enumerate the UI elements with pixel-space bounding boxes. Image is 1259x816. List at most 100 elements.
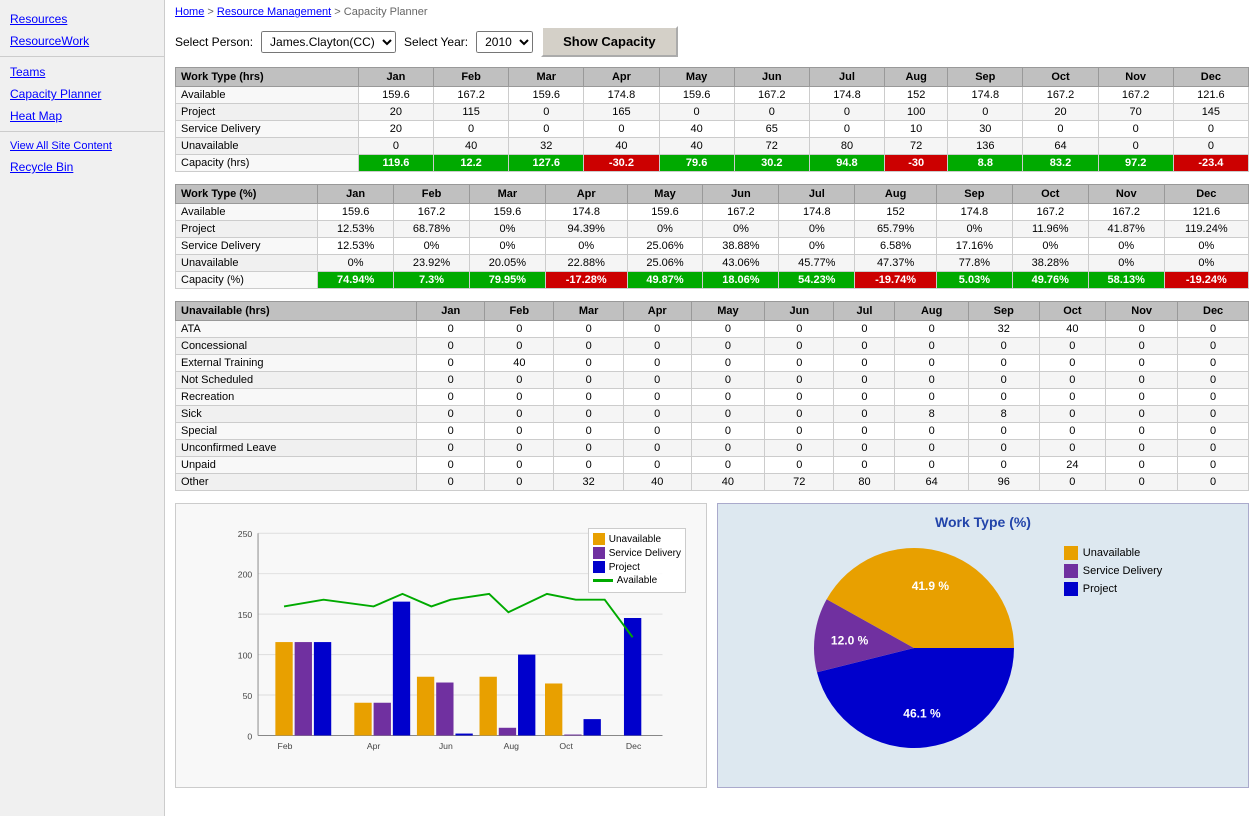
work-type-hrs-table: Work Type (hrs) Jan Feb Mar Apr May Jun … bbox=[175, 67, 1249, 172]
resources-link[interactable]: Resources bbox=[0, 8, 164, 30]
bar-apr-project bbox=[393, 602, 410, 736]
wth-jan: Jan bbox=[358, 68, 433, 87]
select-year-label: Select Year: bbox=[404, 35, 468, 49]
breadcrumb-capacity-planner: Capacity Planner bbox=[344, 6, 428, 18]
svg-text:250: 250 bbox=[238, 529, 253, 539]
svg-text:Dec: Dec bbox=[626, 741, 642, 751]
svg-text:Aug: Aug bbox=[504, 741, 520, 751]
work-type-pct-table: Work Type (%) JanFebMar AprMayJun JulAug… bbox=[175, 184, 1249, 289]
pie-legend-unavailable-label: Unavailable bbox=[1083, 547, 1140, 559]
wth-dec: Dec bbox=[1173, 68, 1248, 87]
wth-oct: Oct bbox=[1023, 68, 1098, 87]
wth-apr: Apr bbox=[584, 68, 659, 87]
recycle-bin-link[interactable]: Recycle Bin bbox=[0, 156, 164, 178]
bar-chart-container: 0 50 100 150 200 250 bbox=[175, 503, 707, 788]
bar-jun-unavailable bbox=[417, 677, 434, 736]
table-row: Service Delivery12.53%0%0%0%25.06%38.88%… bbox=[176, 238, 1249, 255]
pie-label-Project: 46.1 % bbox=[903, 707, 941, 721]
svg-text:Feb: Feb bbox=[278, 741, 293, 751]
main-content: Home > Resource Management > Capacity Pl… bbox=[165, 0, 1259, 794]
teams-link[interactable]: Teams bbox=[0, 61, 164, 83]
table-row: Service Delivery20000406501030000 bbox=[176, 121, 1249, 138]
svg-text:Jun: Jun bbox=[439, 741, 453, 751]
capacity-planner-link[interactable]: Capacity Planner bbox=[0, 83, 164, 105]
legend-unavailable-label: Unavailable bbox=[609, 534, 661, 545]
pie-legend: Unavailable Service Delivery Project bbox=[1064, 546, 1162, 596]
breadcrumb-home[interactable]: Home bbox=[175, 6, 204, 18]
person-select[interactable]: James.Clayton(CC) bbox=[261, 31, 396, 53]
bar-chart-legend: Unavailable Service Delivery Project Ava… bbox=[588, 528, 686, 593]
svg-text:Apr: Apr bbox=[367, 741, 381, 751]
table-row: Unpaid0000000002400 bbox=[176, 457, 1249, 474]
unavailable-hrs-table: Unavailable (hrs) JanFebMar AprMayJun Ju… bbox=[175, 301, 1249, 491]
svg-text:150: 150 bbox=[238, 610, 253, 620]
wth-sep: Sep bbox=[948, 68, 1023, 87]
table-row: Capacity (%)74.94%7.3%79.95%-17.28%49.87… bbox=[176, 272, 1249, 289]
bar-oct-project bbox=[584, 719, 601, 735]
year-select[interactable]: 2010 bbox=[476, 31, 533, 53]
table-row: ATA00000000324000 bbox=[176, 321, 1249, 338]
bar-apr-unavailable bbox=[354, 703, 371, 736]
bar-aug-service bbox=[499, 728, 516, 736]
wtp-header: Work Type (%) bbox=[176, 185, 318, 204]
pie-legend-unavailable: Unavailable bbox=[1064, 546, 1162, 560]
pie-legend-project-label: Project bbox=[1083, 583, 1117, 595]
table-row: Special000000000000 bbox=[176, 423, 1249, 440]
table-row: Concessional000000000000 bbox=[176, 338, 1249, 355]
pie-legend-project: Project bbox=[1064, 582, 1162, 596]
table-row: Unavailable0403240407280721366400 bbox=[176, 138, 1249, 155]
table-row: Unconfirmed Leave000000000000 bbox=[176, 440, 1249, 457]
legend-service-delivery: Service Delivery bbox=[593, 547, 681, 559]
pie-legend-service-label: Service Delivery bbox=[1083, 565, 1162, 577]
bar-apr-service bbox=[374, 703, 391, 736]
bar-feb-unavailable bbox=[275, 642, 292, 735]
bar-dec-project bbox=[624, 618, 641, 735]
view-all-site-content-link[interactable]: View All Site Content bbox=[0, 136, 164, 156]
controls-bar: Select Person: James.Clayton(CC) Select … bbox=[175, 26, 1249, 57]
pie-legend-project-box bbox=[1064, 582, 1078, 596]
legend-service-delivery-label: Service Delivery bbox=[609, 548, 681, 559]
bar-aug-unavailable bbox=[480, 677, 497, 736]
bar-oct-service bbox=[564, 735, 581, 736]
legend-project: Project bbox=[593, 561, 681, 573]
pie-chart-container: Work Type (%) 46.1 %12.0 %41.9 % Unavail… bbox=[717, 503, 1249, 788]
svg-text:0: 0 bbox=[247, 731, 252, 741]
heat-map-link[interactable]: Heat Map bbox=[0, 105, 164, 127]
legend-project-box bbox=[593, 561, 605, 573]
wth-jun: Jun bbox=[734, 68, 809, 87]
legend-project-label: Project bbox=[609, 562, 640, 573]
charts-area: 0 50 100 150 200 250 bbox=[175, 503, 1249, 788]
table-row: Project20115016500010002070145 bbox=[176, 104, 1249, 121]
table-row: Unavailable0%23.92%20.05%22.88%25.06%43.… bbox=[176, 255, 1249, 272]
wth-header: Work Type (hrs) bbox=[176, 68, 359, 87]
bar-aug-project bbox=[518, 655, 535, 736]
bar-feb-service bbox=[295, 642, 312, 735]
wth-mar: Mar bbox=[509, 68, 584, 87]
table-row: Other0032404072806496000 bbox=[176, 474, 1249, 491]
bar-jun-project bbox=[455, 734, 472, 736]
svg-text:50: 50 bbox=[243, 691, 253, 701]
svg-text:100: 100 bbox=[238, 650, 253, 660]
bar-jun-service bbox=[436, 683, 453, 736]
legend-available: Available bbox=[593, 575, 681, 586]
select-person-label: Select Person: bbox=[175, 35, 253, 49]
table-row: Recreation000000000000 bbox=[176, 389, 1249, 406]
table-row: Not Scheduled000000000000 bbox=[176, 372, 1249, 389]
available-line bbox=[284, 594, 633, 637]
breadcrumb-resource-management[interactable]: Resource Management bbox=[217, 6, 331, 18]
table-row: External Training0400000000000 bbox=[176, 355, 1249, 372]
pie-legend-unavailable-box bbox=[1064, 546, 1078, 560]
table-row: Available159.6167.2159.6174.8159.6167.21… bbox=[176, 204, 1249, 221]
legend-unavailable-box bbox=[593, 533, 605, 545]
resourcework-link[interactable]: ResourceWork bbox=[0, 30, 164, 52]
wth-feb: Feb bbox=[434, 68, 509, 87]
wth-aug: Aug bbox=[885, 68, 948, 87]
show-capacity-button[interactable]: Show Capacity bbox=[541, 26, 677, 57]
wth-nov: Nov bbox=[1098, 68, 1173, 87]
bar-oct-unavailable bbox=[545, 683, 562, 735]
wth-may: May bbox=[659, 68, 734, 87]
legend-unavailable: Unavailable bbox=[593, 533, 681, 545]
wth-jul: Jul bbox=[809, 68, 884, 87]
pie-chart-svg: 46.1 %12.0 %41.9 % bbox=[804, 538, 1024, 758]
bar-feb-project bbox=[314, 642, 331, 735]
